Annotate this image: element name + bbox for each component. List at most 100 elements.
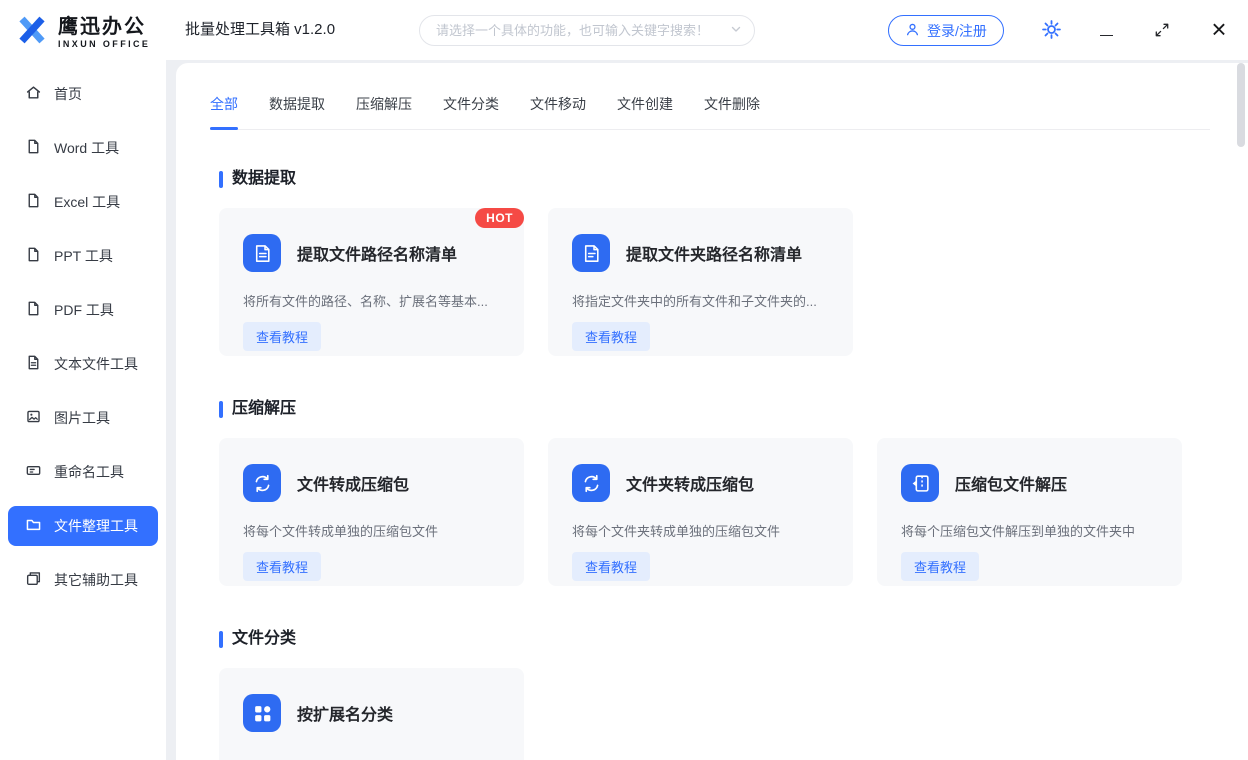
other-tools-icon	[25, 570, 42, 590]
section-accent-bar	[219, 631, 223, 648]
image-icon	[25, 408, 42, 428]
settings-gear-icon[interactable]	[1042, 20, 1061, 42]
scrollbar-thumb[interactable]	[1237, 63, 1245, 147]
tool-card-file-to-zip[interactable]: 文件转成压缩包 将每个文件转成单独的压缩包文件 查看教程	[219, 438, 524, 586]
section-title: 压缩解压	[232, 398, 296, 420]
sidebar-item-pdf-tools[interactable]: PDF 工具	[0, 283, 166, 337]
section-title: 数据提取	[232, 168, 296, 190]
tool-card-unzip[interactable]: 压缩包文件解压 将每个压缩包文件解压到单独的文件夹中 查看教程	[877, 438, 1182, 586]
sidebar-item-label: 重命名工具	[54, 462, 124, 482]
sidebar-item-image-tools[interactable]: 图片工具	[0, 391, 166, 445]
tool-card-folder-to-zip[interactable]: 文件夹转成压缩包 将每个文件夹转成单独的压缩包文件 查看教程	[548, 438, 853, 586]
app-title: 批量处理工具箱 v1.2.0	[185, 0, 335, 60]
sidebar-item-label: 首页	[54, 84, 82, 104]
sidebar-item-file-organize-tools[interactable]: 文件整理工具	[0, 499, 166, 553]
section-accent-bar	[219, 171, 223, 188]
sidebar-item-rename-tools[interactable]: 重命名工具	[0, 445, 166, 499]
user-icon	[905, 22, 920, 40]
card-title: 压缩包文件解压	[955, 471, 1067, 495]
sidebar-item-home[interactable]: 首页	[0, 67, 166, 121]
view-tutorial-button[interactable]: 查看教程	[572, 552, 650, 581]
text-file-icon	[25, 354, 42, 374]
chevron-down-icon[interactable]	[730, 22, 742, 40]
login-register-button[interactable]: 登录/注册	[888, 15, 1004, 46]
section-accent-bar	[219, 401, 223, 418]
sidebar-item-label: 其它辅助工具	[54, 570, 138, 590]
classify-grid-icon	[243, 694, 281, 732]
sidebar-item-word-tools[interactable]: Word 工具	[0, 121, 166, 175]
word-doc-icon	[25, 138, 42, 158]
pdf-doc-icon	[25, 300, 42, 320]
close-button[interactable]: ×	[1204, 12, 1234, 46]
close-icon: ×	[1211, 14, 1226, 44]
app-logo: 鹰迅办公 INXUN OFFICE	[14, 12, 150, 53]
view-tutorial-button[interactable]: 查看教程	[243, 552, 321, 581]
sidebar-item-label: Excel 工具	[54, 192, 120, 212]
sidebar-item-label: PDF 工具	[54, 300, 114, 320]
rename-icon	[25, 462, 42, 482]
function-search-select[interactable]	[419, 15, 755, 46]
sidebar-item-text-file-tools[interactable]: 文本文件工具	[0, 337, 166, 391]
file-list-icon	[243, 234, 281, 272]
category-tabs: 全部 数据提取 压缩解压 文件分类 文件移动 文件创建 文件删除	[210, 63, 1210, 130]
main-area: 全部 数据提取 压缩解压 文件分类 文件移动 文件创建 文件删除 数据提取 HO…	[166, 60, 1248, 760]
card-title: 文件夹转成压缩包	[626, 471, 754, 495]
sidebar-item-ppt-tools[interactable]: PPT 工具	[0, 229, 166, 283]
maximize-button[interactable]	[1154, 22, 1170, 41]
logo-subname: INXUN OFFICE	[58, 39, 150, 49]
sidebar-item-label: 文件整理工具	[54, 516, 138, 536]
folder-to-zip-icon	[572, 464, 610, 502]
section-title: 文件分类	[232, 628, 296, 650]
tab-file-classify[interactable]: 文件分类	[443, 94, 499, 129]
view-tutorial-button[interactable]: 查看教程	[572, 322, 650, 351]
view-tutorial-button[interactable]: 查看教程	[901, 552, 979, 581]
tool-card-extract-file-list[interactable]: HOT 提取文件路径名称清单 将所有文件的路径、名称、扩展名等基本... 查看教…	[219, 208, 524, 356]
content-panel: 全部 数据提取 压缩解压 文件分类 文件移动 文件创建 文件删除 数据提取 HO…	[176, 63, 1248, 760]
tab-file-delete[interactable]: 文件删除	[704, 94, 760, 129]
maximize-icon	[1154, 22, 1170, 38]
search-input[interactable]	[436, 23, 730, 38]
sidebar-item-label: 图片工具	[54, 408, 110, 428]
scrollbar[interactable]	[1236, 63, 1246, 760]
sidebar: 首页 Word 工具 Excel 工具 PPT 工具 PDF 工	[0, 60, 166, 760]
section-compress-decompress: 压缩解压 文件转成压缩包 将每个文件转成单独的压缩包文件 查看教程	[219, 398, 1204, 586]
folder-list-icon	[572, 234, 610, 272]
card-title: 文件转成压缩包	[297, 471, 409, 495]
hot-badge: HOT	[475, 208, 524, 228]
unzip-icon	[901, 464, 939, 502]
logo-x-icon	[14, 12, 50, 53]
sidebar-item-label: 文本文件工具	[54, 354, 138, 374]
home-icon	[25, 84, 42, 104]
tab-data-extract[interactable]: 数据提取	[269, 94, 325, 129]
file-to-zip-icon	[243, 464, 281, 502]
card-title: 提取文件夹路径名称清单	[626, 241, 802, 265]
card-title: 提取文件路径名称清单	[297, 241, 457, 265]
card-desc: 将所有文件的路径、名称、扩展名等基本...	[243, 291, 500, 310]
tab-file-create[interactable]: 文件创建	[617, 94, 673, 129]
ppt-doc-icon	[25, 246, 42, 266]
tab-compress-decompress[interactable]: 压缩解压	[356, 94, 412, 129]
card-desc: 将每个文件夹转成单独的压缩包文件	[572, 521, 829, 540]
logo-name: 鹰迅办公	[58, 16, 150, 39]
tab-file-move[interactable]: 文件移动	[530, 94, 586, 129]
folder-icon	[25, 516, 42, 536]
header: 鹰迅办公 INXUN OFFICE 批量处理工具箱 v1.2.0 登录/注册	[0, 0, 1248, 60]
sidebar-item-other-tools[interactable]: 其它辅助工具	[0, 553, 166, 607]
sidebar-item-label: Word 工具	[54, 138, 119, 158]
card-desc: 将指定文件夹中的所有文件和子文件夹的...	[572, 291, 829, 310]
card-desc: 将每个压缩包文件解压到单独的文件夹中	[901, 521, 1158, 540]
tab-all[interactable]: 全部	[210, 94, 238, 129]
tool-card-classify-by-extension[interactable]: 按扩展名分类	[219, 668, 524, 760]
tool-card-extract-folder-list[interactable]: 提取文件夹路径名称清单 将指定文件夹中的所有文件和子文件夹的... 查看教程	[548, 208, 853, 356]
section-file-classify: 文件分类 按扩展名分类	[219, 628, 1204, 760]
sidebar-item-excel-tools[interactable]: Excel 工具	[0, 175, 166, 229]
login-register-label: 登录/注册	[927, 21, 987, 41]
sidebar-item-label: PPT 工具	[54, 246, 113, 266]
card-desc: 将每个文件转成单独的压缩包文件	[243, 521, 500, 540]
view-tutorial-button[interactable]: 查看教程	[243, 322, 321, 351]
excel-doc-icon	[25, 192, 42, 212]
section-data-extract: 数据提取 HOT 提取文件路径名称清单 将所有文件的路径、名称、扩展名等基本..…	[219, 168, 1204, 356]
minimize-button[interactable]	[1096, 20, 1116, 40]
card-title: 按扩展名分类	[297, 701, 393, 725]
minimize-icon	[1100, 35, 1113, 36]
